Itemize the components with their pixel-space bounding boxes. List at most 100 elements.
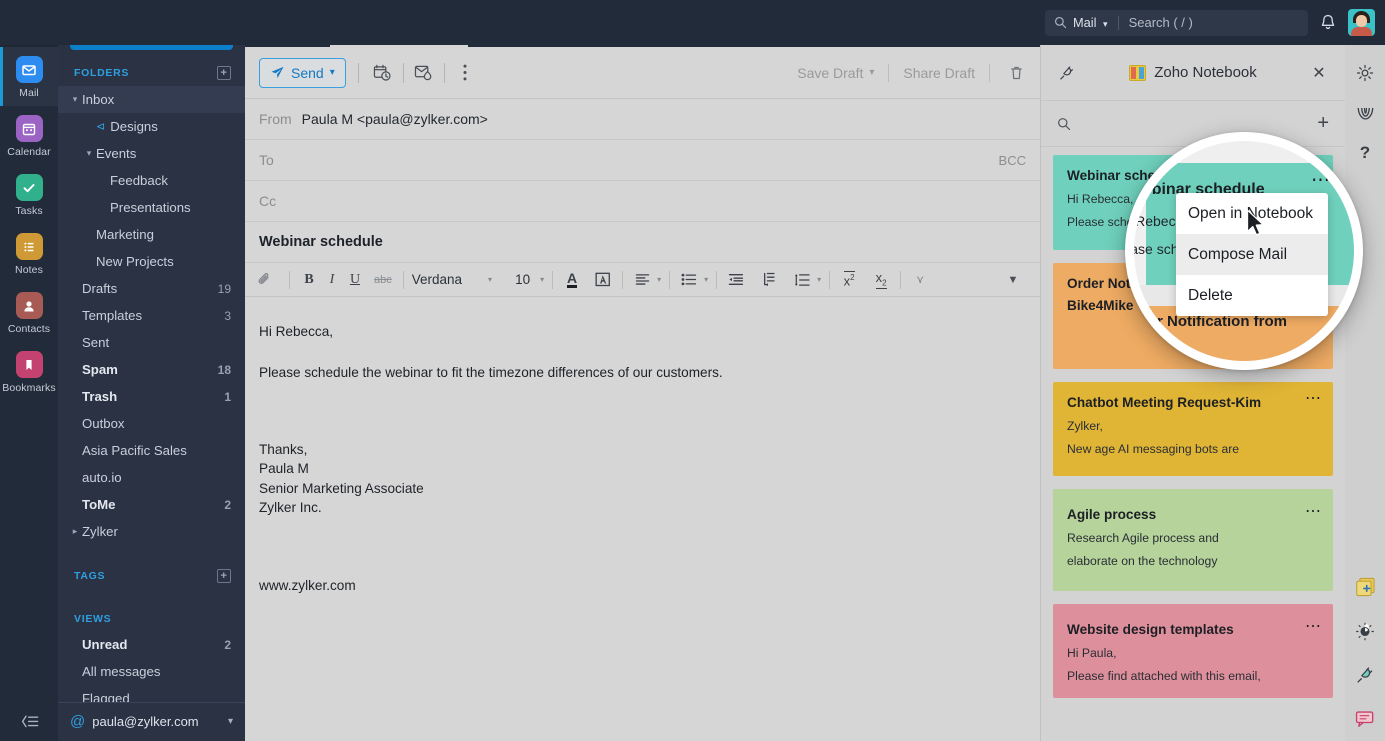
context-menu-item-delete[interactable]: Delete — [1176, 275, 1328, 316]
chevron-down-icon[interactable]: ▾ — [228, 716, 233, 727]
context-menu-item-compose-mail[interactable]: Compose Mail — [1176, 234, 1328, 275]
subject-row[interactable]: Webinar schedule — [245, 222, 1040, 263]
account-switcher[interactable]: @ paula@zylker.com ▾ — [58, 701, 245, 741]
user-avatar[interactable] — [1348, 9, 1375, 36]
highlight-icon[interactable] — [592, 268, 614, 292]
rail-item-mail[interactable]: Mail — [0, 47, 58, 106]
rail-item-notes[interactable]: Notes — [0, 224, 58, 283]
view-item-flagged[interactable]: Flagged — [58, 685, 245, 702]
text-color-icon[interactable]: A — [561, 268, 583, 292]
note-card[interactable]: Chatbot Meeting Request-Kim Zylker, New … — [1053, 382, 1333, 476]
underline-icon[interactable]: U — [344, 268, 366, 292]
chevron-down-icon[interactable]: ▾ — [82, 148, 96, 159]
more-options-icon[interactable] — [453, 61, 477, 85]
notebook-add-icon[interactable] — [1352, 575, 1378, 599]
rail-item-calendar[interactable]: Calendar — [0, 106, 58, 165]
search-scope-select[interactable]: Mail ▾ — [1073, 15, 1108, 30]
chevron-down-icon[interactable]: ▾ — [704, 275, 708, 284]
close-icon[interactable]: ✕ — [1307, 61, 1331, 85]
chevron-down-icon[interactable]: ▾ — [817, 275, 821, 284]
note-more-icon[interactable]: ⋯ — [1305, 619, 1322, 635]
add-folder-icon[interactable]: + — [217, 66, 231, 80]
note-more-icon[interactable]: ⋯ — [1311, 171, 1332, 190]
chevron-down-icon[interactable]: ▾ — [869, 67, 874, 78]
font-family-select[interactable]: Verdana ▾ — [412, 272, 492, 287]
folder-item-events[interactable]: ▾ Events — [58, 140, 245, 167]
strikethrough-icon[interactable]: abc — [371, 268, 395, 292]
folder-item-outbox[interactable]: Outbox — [58, 410, 245, 437]
attach-icon[interactable] — [253, 268, 275, 292]
folder-item-spam[interactable]: Spam 18 — [58, 356, 245, 383]
folder-item-tome[interactable]: ToMe 2 — [58, 491, 245, 518]
zoho-v-icon[interactable] — [1352, 101, 1378, 125]
folder-item-feedback[interactable]: Feedback — [58, 167, 245, 194]
folder-item-trash[interactable]: Trash 1 — [58, 383, 245, 410]
collapse-sidebar-icon[interactable] — [0, 701, 58, 741]
plug-icon[interactable] — [1055, 61, 1079, 85]
indent-icon[interactable] — [758, 268, 780, 292]
expand-toolbar-icon[interactable]: ▼ — [1002, 268, 1024, 292]
subject-input[interactable]: Webinar schedule — [259, 234, 383, 250]
bold-icon[interactable]: B — [298, 268, 320, 292]
align-icon[interactable] — [631, 268, 653, 292]
font-size-select[interactable]: 10 ▾ — [515, 272, 544, 287]
brightness-icon[interactable] — [1352, 619, 1378, 643]
search-input[interactable]: Search ( / ) — [1129, 15, 1193, 30]
folder-item-auto-io[interactable]: auto.io — [58, 464, 245, 491]
email-body[interactable]: Hi Rebecca, Please schedule the webinar … — [245, 297, 1040, 741]
rail-item-label: Contacts — [7, 323, 51, 335]
note-more-icon[interactable]: ⋯ — [1305, 504, 1322, 520]
note-card[interactable]: Agile process Research Agile process and… — [1053, 489, 1333, 591]
from-value[interactable]: Paula M <paula@zylker.com> — [302, 111, 488, 127]
schedule-send-icon[interactable] — [371, 61, 395, 85]
trash-icon[interactable] — [1004, 61, 1028, 85]
note-more-icon[interactable]: ⋯ — [1311, 338, 1332, 357]
notification-bell-icon[interactable] — [1316, 14, 1340, 31]
folder-item-zylker[interactable]: ▸ Zylker — [58, 518, 245, 545]
global-search[interactable]: Mail ▾ Search ( / ) — [1045, 9, 1308, 36]
chevron-down-icon[interactable]: ▾ — [68, 94, 82, 105]
folder-item-asia-pacific-sales[interactable]: Asia Pacific Sales — [58, 437, 245, 464]
send-button[interactable]: Send ▾ — [259, 57, 346, 88]
line-height-icon[interactable] — [791, 268, 813, 292]
folder-item-designs[interactable]: ⊲ Designs — [58, 113, 245, 140]
rail-item-contacts[interactable]: Contacts — [0, 283, 58, 342]
bcc-toggle[interactable]: BCC — [999, 153, 1026, 168]
view-item-all-messages[interactable]: All messages — [58, 658, 245, 685]
folder-item-presentations[interactable]: Presentations — [58, 194, 245, 221]
outdent-icon[interactable] — [725, 268, 747, 292]
subscript-icon[interactable]: x2 — [870, 268, 892, 292]
note-card[interactable]: Website design templates Hi Paula, Pleas… — [1053, 604, 1333, 698]
folder-item-new-projects[interactable]: New Projects — [58, 248, 245, 275]
view-item-unread[interactable]: Unread 2 — [58, 631, 245, 658]
view-label: All messages — [82, 664, 161, 679]
notebook-search-bar[interactable]: + — [1041, 101, 1345, 147]
folder-item-marketing[interactable]: Marketing — [58, 221, 245, 248]
chevron-right-icon[interactable]: ▸ — [68, 526, 82, 537]
help-question-icon[interactable]: ? — [1352, 141, 1378, 165]
share-draft-button[interactable]: Share Draft — [903, 65, 975, 81]
note-more-icon[interactable]: ⋯ — [1305, 391, 1322, 407]
cc-field-row[interactable]: Cc — [245, 181, 1040, 222]
list-icon[interactable] — [678, 268, 700, 292]
folder-item-sent[interactable]: Sent — [58, 329, 245, 356]
add-tag-icon[interactable]: + — [217, 569, 231, 583]
chevron-down-icon[interactable]: ▾ — [330, 67, 335, 78]
italic-icon[interactable]: I — [321, 268, 343, 292]
folder-item-drafts[interactable]: Drafts 19 — [58, 275, 245, 302]
plug-apps-icon[interactable] — [1352, 663, 1378, 687]
folder-item-templates[interactable]: Templates 3 — [58, 302, 245, 329]
save-draft-button[interactable]: Save Draft — [797, 65, 863, 81]
folder-item-inbox[interactable]: ▾ Inbox — [58, 86, 245, 113]
chat-bubble-icon[interactable] — [1352, 707, 1378, 731]
divider — [402, 62, 404, 83]
reminder-icon[interactable] — [412, 61, 436, 85]
rail-item-bookmarks[interactable]: Bookmarks — [0, 342, 58, 401]
superscript-icon[interactable]: x2 — [838, 268, 860, 292]
rail-item-tasks[interactable]: Tasks — [0, 165, 58, 224]
settings-gear-icon[interactable] — [1352, 61, 1378, 85]
more-format-icon[interactable]: ⋎ — [909, 268, 931, 292]
chevron-down-icon[interactable]: ▾ — [657, 275, 661, 284]
add-note-icon[interactable]: + — [1317, 112, 1329, 135]
to-field-row[interactable]: To BCC — [245, 140, 1040, 181]
